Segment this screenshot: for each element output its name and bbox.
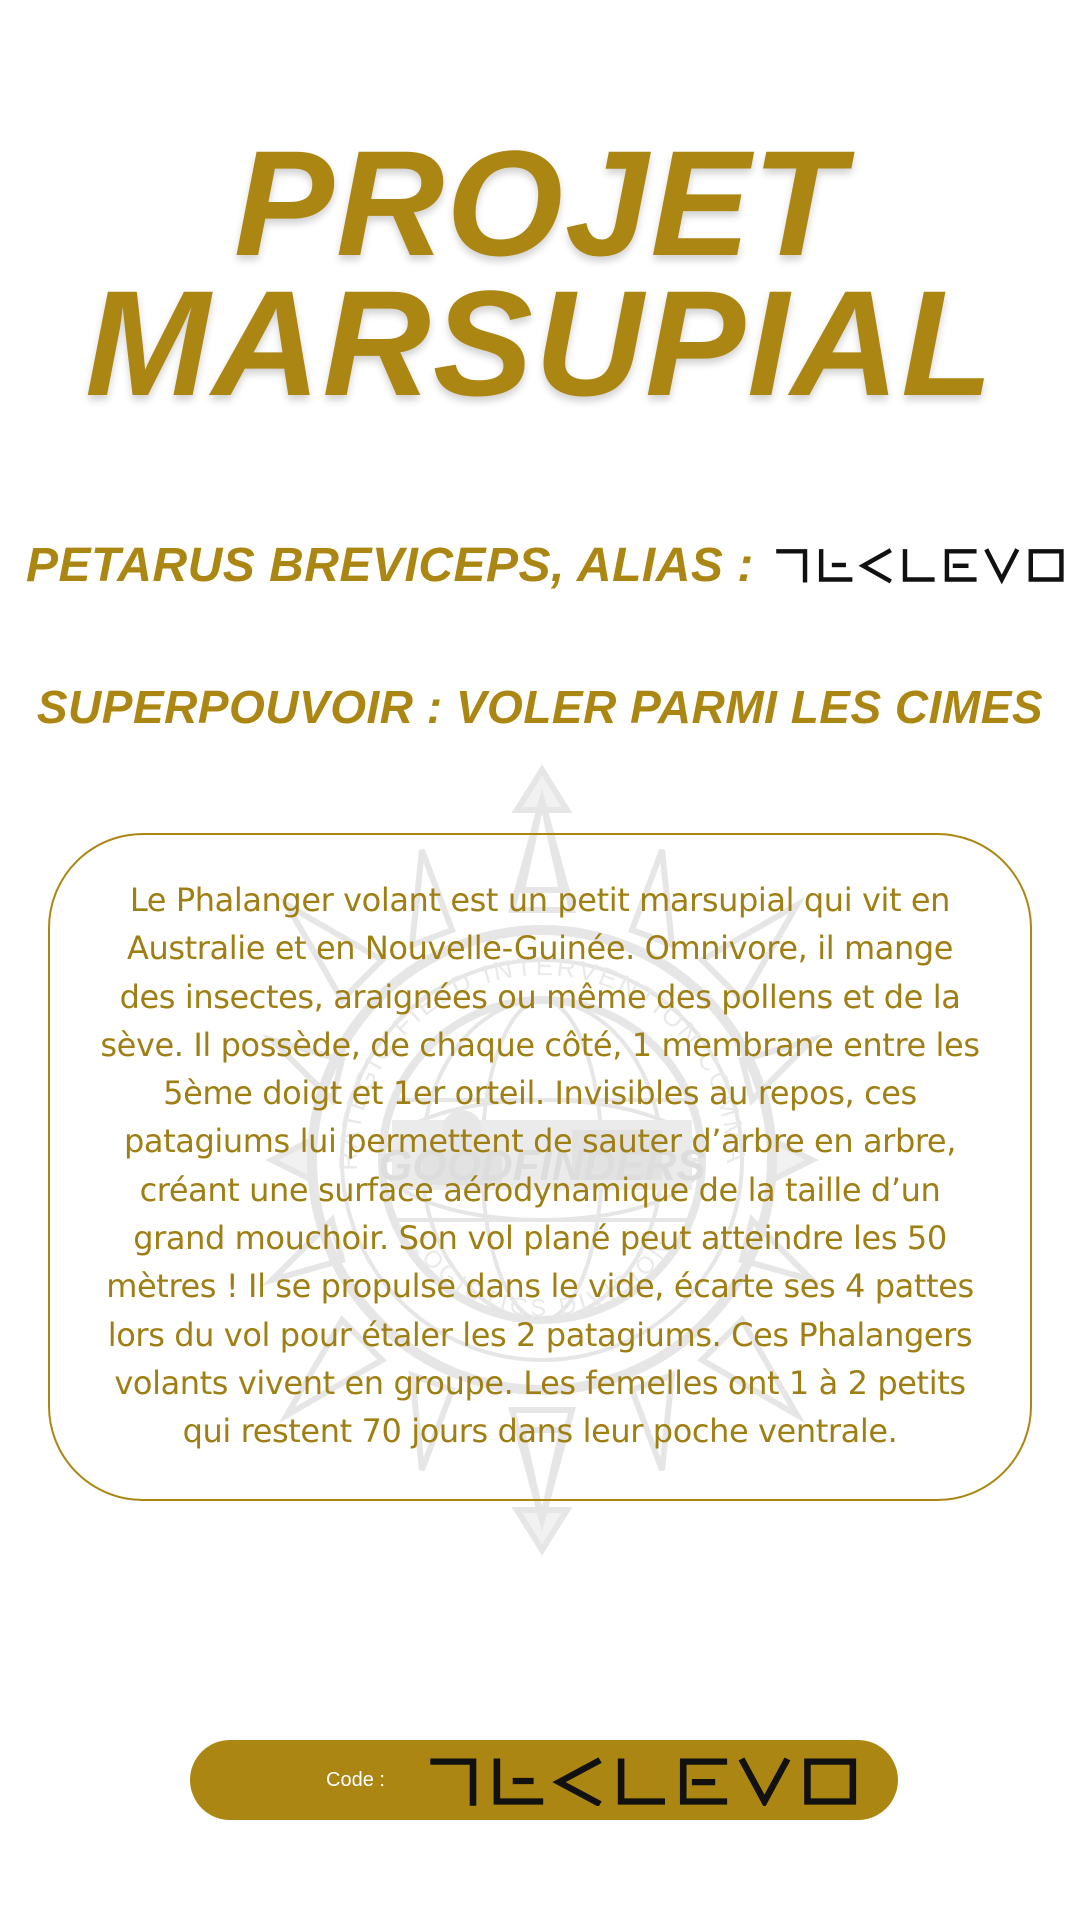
cipher-code-icon [430,1757,857,1806]
alias-label: Petarus breviceps, alias : [26,538,754,592]
superpower-label: Superpouvoir : voler parmi les cimes [36,681,1044,733]
alias-row: Petarus breviceps, alias : [26,535,1066,595]
title-line-2: Marsupial [85,259,995,427]
title-line-1: Projet [233,119,847,287]
description-text: Le Phalanger volant est un petit marsupi… [100,881,980,1451]
code-bar: Code : [190,1740,898,1820]
cipher-code-icon [775,548,1064,585]
code-label: Code : [326,1769,385,1791]
